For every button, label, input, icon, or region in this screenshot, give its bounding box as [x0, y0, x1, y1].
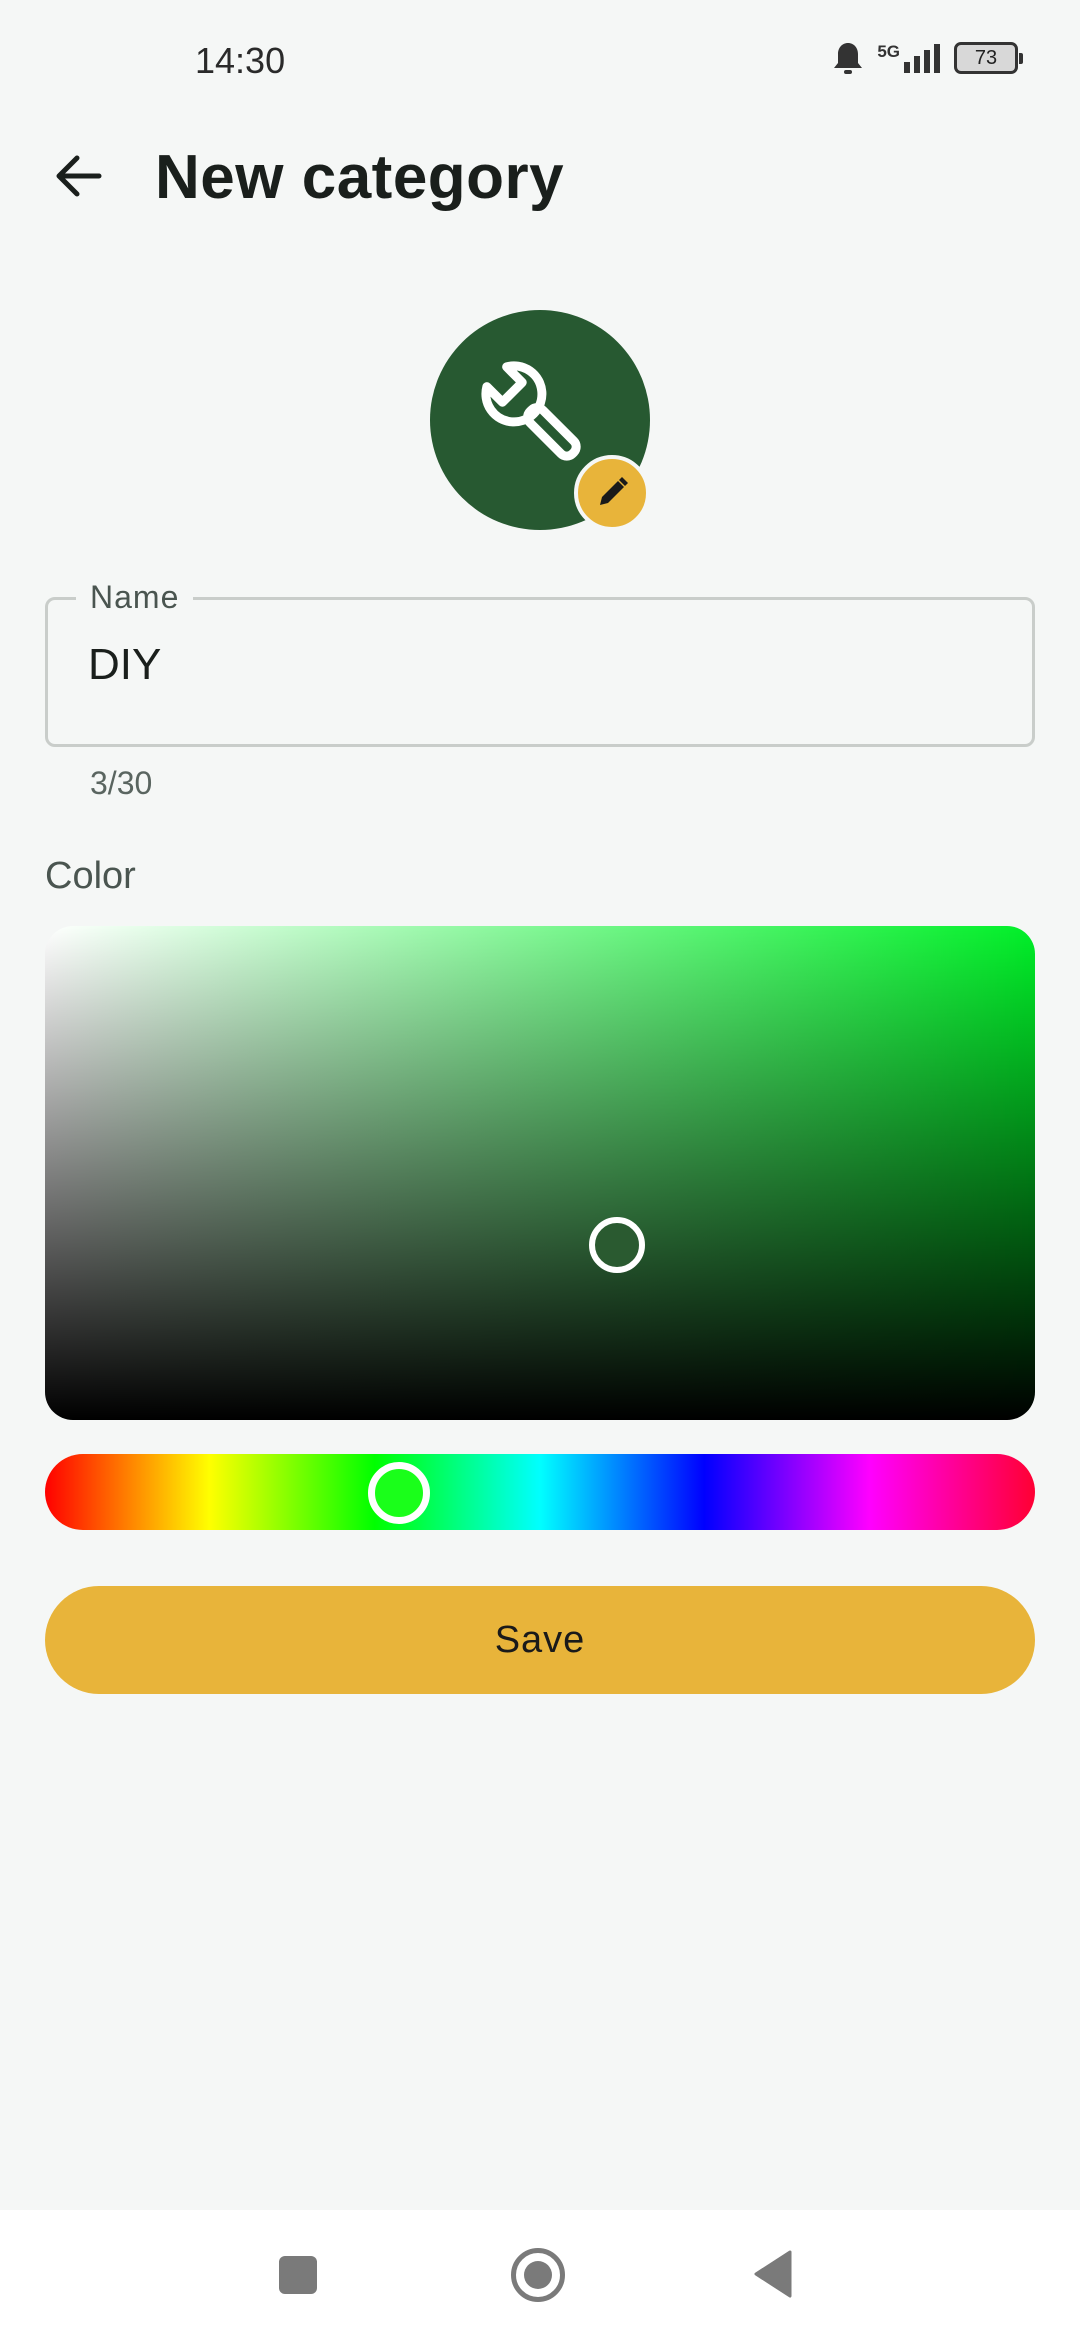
status-time: 14:30	[195, 40, 286, 81]
triangle-back-icon[interactable]	[752, 2250, 792, 2298]
pencil-icon	[600, 477, 628, 505]
save-button[interactable]: Save	[45, 1586, 1035, 1694]
back-button[interactable]	[45, 143, 111, 209]
arrow-left-icon	[56, 155, 102, 197]
saturation-value-thumb[interactable]	[589, 1217, 645, 1273]
battery-indicator: 73	[954, 42, 1023, 74]
cellular-signal: 5G	[877, 42, 942, 74]
edit-icon-button[interactable]	[574, 455, 650, 531]
status-bar: 14:30 5G 73	[0, 0, 1080, 125]
network-type: 5G	[877, 42, 900, 61]
square-icon[interactable]	[279, 2256, 317, 2294]
color-label: Color	[45, 855, 136, 897]
battery-level: 73	[974, 46, 998, 69]
signal-icon	[904, 44, 940, 73]
bell-icon	[834, 43, 863, 74]
home-dot	[524, 2261, 552, 2289]
character-counter: 3/30	[90, 765, 153, 801]
name-label: Name	[76, 579, 194, 616]
hue-slider[interactable]	[45, 1454, 1035, 1530]
wrench-icon	[481, 361, 581, 461]
hue-slider-thumb[interactable]	[368, 1462, 430, 1524]
name-input[interactable]	[88, 640, 988, 690]
page-title: New category	[155, 143, 565, 212]
circle-icon[interactable]	[511, 2248, 565, 2302]
saturation-value-picker[interactable]	[45, 926, 1035, 1420]
status-icons: 5G 73	[831, 40, 1023, 76]
